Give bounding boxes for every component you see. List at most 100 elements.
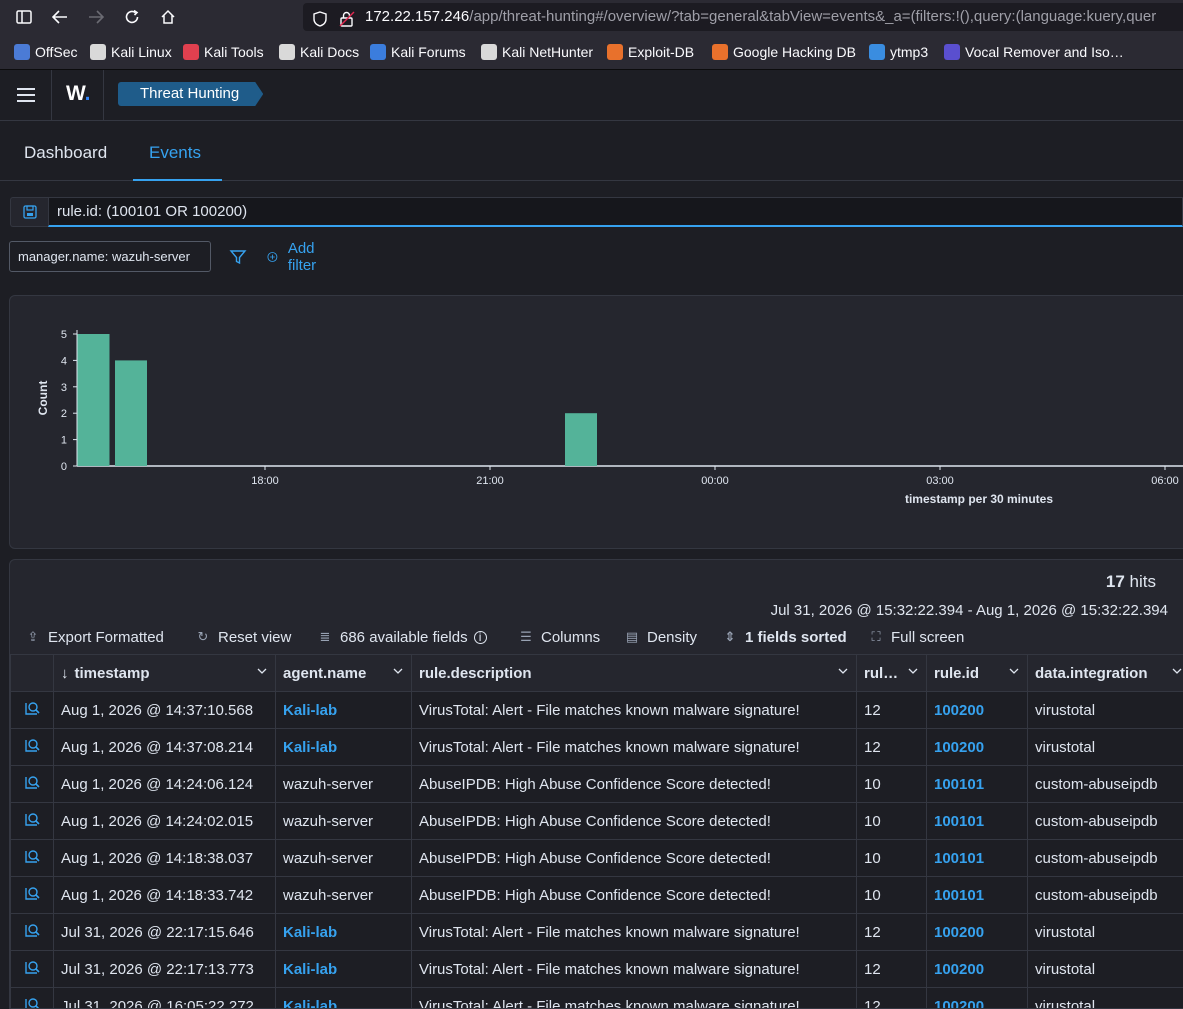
cell-rule-id[interactable]: 100200 <box>927 914 1028 951</box>
inspect-icon <box>23 921 41 939</box>
table-row[interactable]: Aug 1, 2026 @ 14:37:08.214Kali-labVirusT… <box>11 729 1183 766</box>
sort-fields-button[interactable]: ⇕1 fields sorted <box>723 626 847 648</box>
bookmark-8[interactable]: ytmp3 <box>869 43 928 61</box>
info-icon[interactable]: i <box>474 631 487 644</box>
table-row[interactable]: Aug 1, 2026 @ 14:24:02.015wazuh-serverAb… <box>11 803 1183 840</box>
sidebar-toggle-icon[interactable] <box>13 6 35 28</box>
inspect-document-button[interactable] <box>11 951 54 988</box>
header-rule-description[interactable]: rule.description <box>412 655 857 692</box>
cell-rule-id[interactable]: 100200 <box>927 692 1028 729</box>
table-row[interactable]: Jul 31, 2026 @ 22:17:13.773Kali-labVirus… <box>11 951 1183 988</box>
bookmark-6[interactable]: Exploit-DB <box>607 43 694 61</box>
cell-agent-name[interactable]: Kali-lab <box>276 914 412 951</box>
app-header: W. Threat Hunting <box>0 70 1183 121</box>
header-data-integration[interactable]: data.integration <box>1028 655 1183 692</box>
inspect-document-button[interactable] <box>11 988 54 1009</box>
histogram-bar[interactable] <box>565 413 597 466</box>
filter-pill-manager-name[interactable]: manager.name: wazuh-server <box>9 241 211 272</box>
filter-icon[interactable] <box>229 248 247 266</box>
columns-button[interactable]: ☰Columns <box>519 626 600 648</box>
cell-rule-id[interactable]: 100101 <box>927 840 1028 877</box>
bookmark-label: ytmp3 <box>890 44 928 60</box>
header-rule-level[interactable]: rul… <box>857 655 927 692</box>
hamburger-menu-icon[interactable] <box>14 83 38 107</box>
cell-rule-id[interactable]: 100101 <box>927 877 1028 914</box>
bookmark-9[interactable]: Vocal Remover and Iso… <box>944 43 1124 61</box>
full-screen-button[interactable]: ⛶Full screen <box>869 626 964 648</box>
bookmark-0[interactable]: OffSec <box>14 43 78 61</box>
table-row[interactable]: Aug 1, 2026 @ 14:18:33.742wazuh-serverAb… <box>11 877 1183 914</box>
cell-agent-name[interactable]: Kali-lab <box>276 729 412 766</box>
chevron-down-icon <box>393 666 403 676</box>
histogram-chart[interactable]: 01234518:0021:0000:0003:0006:00Counttime… <box>10 296 1183 550</box>
kali-dragon-icon <box>279 44 295 60</box>
plus-circle-icon <box>267 248 278 266</box>
inspect-icon <box>23 736 41 754</box>
bookmark-1[interactable]: Kali Linux <box>90 43 172 61</box>
bookmark-4[interactable]: Kali Forums <box>370 43 466 61</box>
search-query-input[interactable]: rule.id: (100101 OR 100200) <box>48 197 1183 227</box>
cell-rule-id[interactable]: 100200 <box>927 951 1028 988</box>
cell-rule-id[interactable]: 100101 <box>927 803 1028 840</box>
bookmark-2[interactable]: Kali Tools <box>183 43 264 61</box>
histogram-panel: 01234518:0021:0000:0003:0006:00Counttime… <box>9 295 1183 549</box>
cell-rule-id[interactable]: 100200 <box>927 988 1028 1009</box>
table-row[interactable]: Aug 1, 2026 @ 14:18:38.037wazuh-serverAb… <box>11 840 1183 877</box>
density-icon: ▤ <box>625 629 639 645</box>
y-tick-label: 3 <box>61 382 67 394</box>
bookmark-7[interactable]: Google Hacking DB <box>712 43 856 61</box>
table-row[interactable]: Aug 1, 2026 @ 14:24:06.124wazuh-serverAb… <box>11 766 1183 803</box>
inspect-document-button[interactable] <box>11 729 54 766</box>
sort-icon: ⇕ <box>723 629 737 645</box>
inspect-icon <box>23 884 41 902</box>
cell-agent-name[interactable]: Kali-lab <box>276 692 412 729</box>
cell-rule-level: 10 <box>857 840 927 877</box>
reload-icon[interactable] <box>121 6 143 28</box>
bookmark-5[interactable]: Kali NetHunter <box>481 43 593 61</box>
sort-arrow-down-icon[interactable]: ↓ <box>61 665 69 682</box>
table-row[interactable]: Aug 1, 2026 @ 14:37:10.568Kali-labVirusT… <box>11 692 1183 729</box>
cell-agent-name[interactable]: Kali-lab <box>276 988 412 1009</box>
x-tick-label: 06:00 <box>1151 475 1179 487</box>
address-bar[interactable]: 172.22.157.246/app/threat-hunting#/overv… <box>303 3 1183 31</box>
inspect-document-button[interactable] <box>11 766 54 803</box>
y-tick-label: 1 <box>61 435 67 447</box>
home-icon[interactable] <box>157 6 179 28</box>
inspect-document-button[interactable] <box>11 692 54 729</box>
add-filter-button[interactable]: Add filter <box>267 246 323 268</box>
header-timestamp[interactable]: ↓timestamp <box>54 655 276 692</box>
logo-cell[interactable]: W. <box>51 70 104 121</box>
inspect-icon <box>23 995 41 1009</box>
table-row[interactable]: Jul 31, 2026 @ 22:17:15.646Kali-labVirus… <box>11 914 1183 951</box>
inspect-document-button[interactable] <box>11 877 54 914</box>
inspect-document-button[interactable] <box>11 914 54 951</box>
wazuh-logo[interactable]: W. <box>66 82 91 106</box>
cell-rule-id[interactable]: 100200 <box>927 729 1028 766</box>
insecure-lock-icon[interactable] <box>339 9 355 31</box>
available-fields-button[interactable]: ≣686 available fieldsi <box>318 626 487 648</box>
exploit-db-icon <box>607 44 623 60</box>
inspect-document-button[interactable] <box>11 803 54 840</box>
breadcrumb-threat-hunting[interactable]: Threat Hunting <box>118 82 263 106</box>
table-row[interactable]: Jul 31, 2026 @ 16:05:22.272Kali-labVirus… <box>11 988 1183 1009</box>
tab-events[interactable]: Events <box>133 121 222 181</box>
cell-agent-name[interactable]: Kali-lab <box>276 951 412 988</box>
histogram-bar[interactable] <box>78 334 110 466</box>
histogram-bar[interactable] <box>115 360 147 466</box>
forward-icon[interactable] <box>85 6 107 28</box>
header-agent-name[interactable]: agent.name <box>276 655 412 692</box>
reset-view-button[interactable]: ↻Reset view <box>196 626 291 648</box>
save-query-button[interactable] <box>10 197 48 227</box>
export-formatted-button[interactable]: ⇪Export Formatted <box>26 626 164 648</box>
cell-timestamp: Aug 1, 2026 @ 14:24:06.124 <box>54 766 276 803</box>
shield-icon[interactable] <box>313 9 327 31</box>
inspect-document-button[interactable] <box>11 840 54 877</box>
bookmark-3[interactable]: Kali Docs <box>279 43 359 61</box>
back-icon[interactable] <box>49 6 71 28</box>
header-rule-id[interactable]: rule.id <box>927 655 1028 692</box>
density-button[interactable]: ▤Density <box>625 626 697 648</box>
header-control-column <box>11 655 54 692</box>
cell-timestamp: Aug 1, 2026 @ 14:18:33.742 <box>54 877 276 914</box>
cell-rule-id[interactable]: 100101 <box>927 766 1028 803</box>
tab-dashboard[interactable]: Dashboard <box>8 121 123 181</box>
